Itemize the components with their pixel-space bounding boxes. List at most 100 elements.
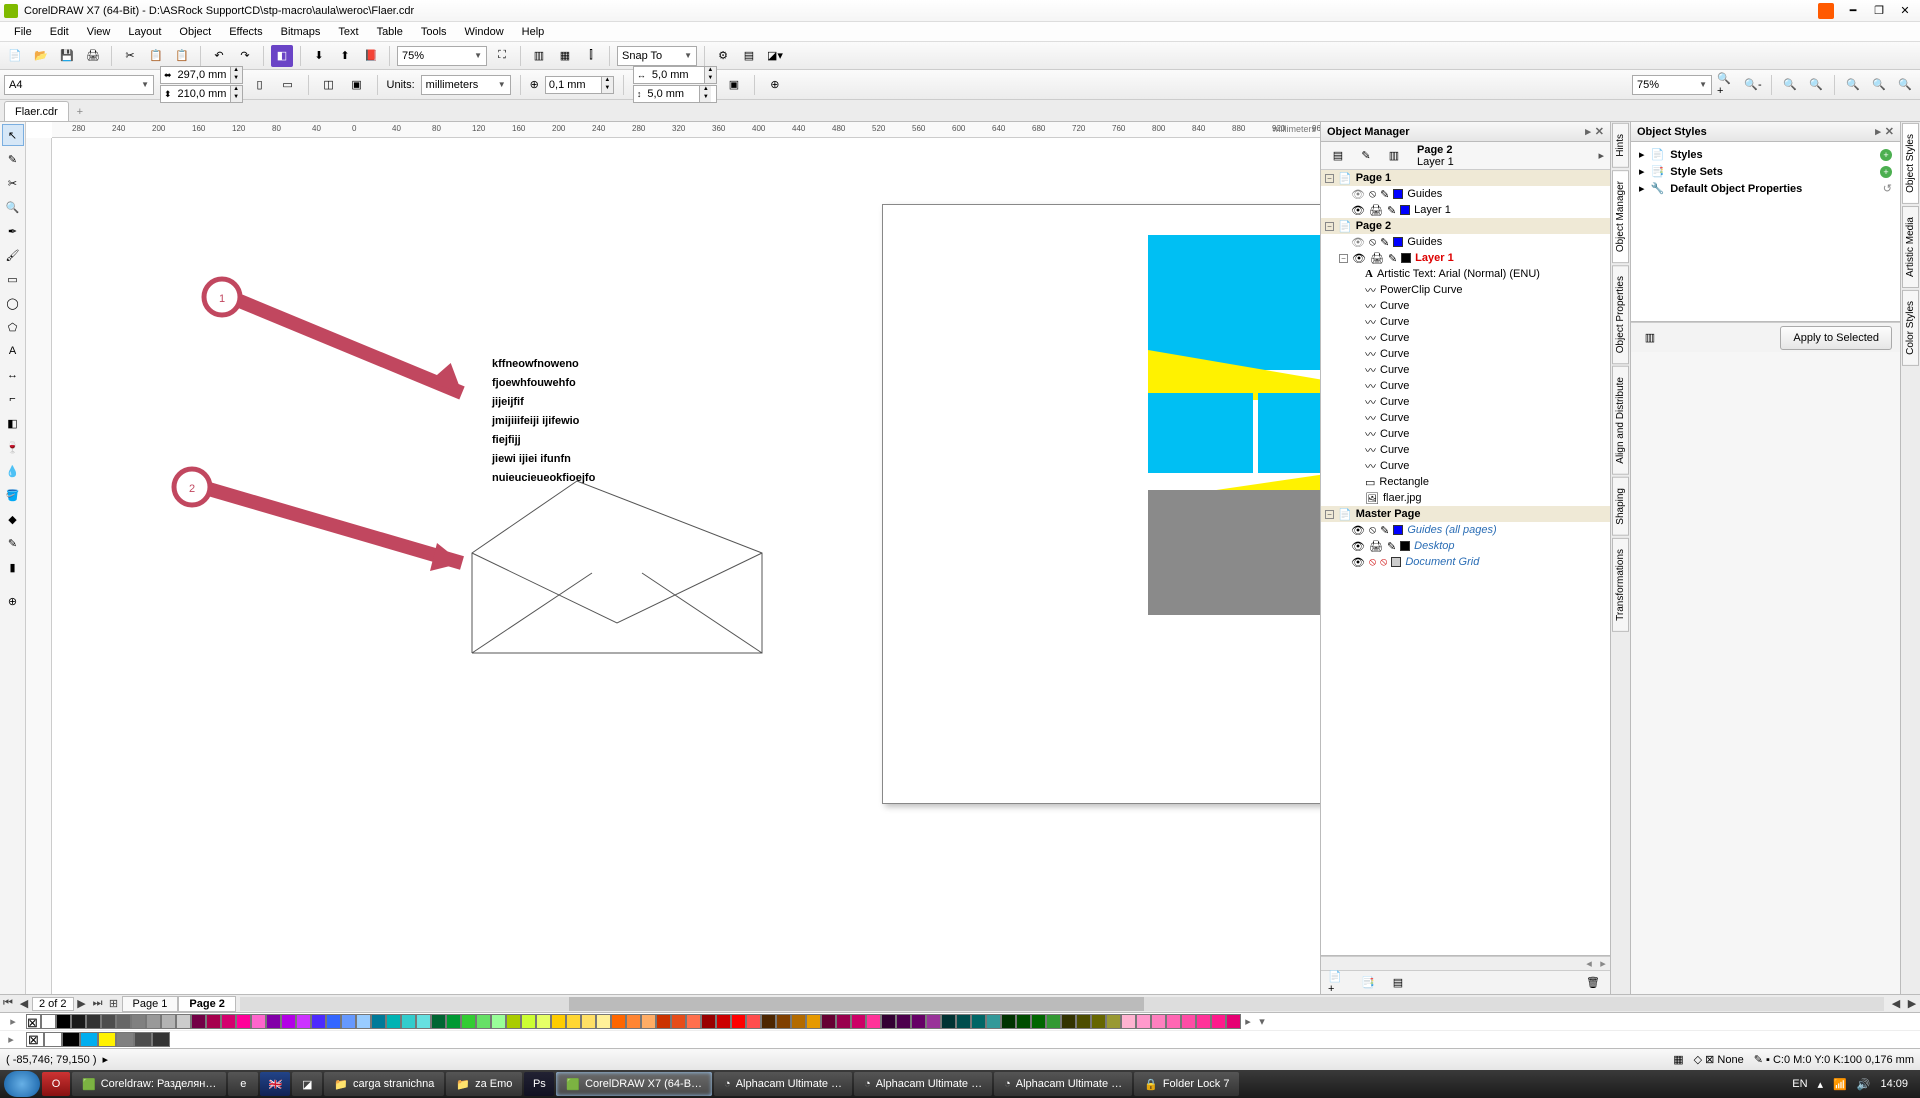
task-folderlock[interactable]: 🔒 Folder Lock 7	[1134, 1072, 1239, 1096]
color-swatch[interactable]	[131, 1014, 146, 1029]
color-swatch[interactable]	[1136, 1014, 1151, 1029]
color-swatch[interactable]	[221, 1014, 236, 1029]
color-swatch[interactable]	[896, 1014, 911, 1029]
hscroll-right[interactable]: ▶	[1904, 997, 1920, 1010]
transparency-tool[interactable]: 🍷	[2, 436, 24, 458]
color-swatch[interactable]	[152, 1032, 170, 1047]
color-swatch[interactable]	[1061, 1014, 1076, 1029]
fill-tool[interactable]: ▮	[2, 556, 24, 578]
tree-curve[interactable]: 〰Curve	[1321, 330, 1610, 346]
tree-curve[interactable]: 〰Curve	[1321, 362, 1610, 378]
tree-p1-guides[interactable]: 👁⦸✎Guides	[1321, 186, 1610, 202]
paper-size-combo[interactable]: A4▼	[4, 75, 154, 95]
redo-button[interactable]: ↷	[234, 45, 256, 67]
task-coreldraw[interactable]: 🟩 CorelDRAW X7 (64-B…	[556, 1072, 712, 1096]
color-swatch[interactable]	[176, 1014, 191, 1029]
dropshadow-tool[interactable]: ◧	[2, 412, 24, 434]
styles-close-icon[interactable]: ✕	[1885, 125, 1894, 138]
defaults-row[interactable]: ▸🔧Default Object Properties↺	[1635, 180, 1896, 197]
menu-table[interactable]: Table	[369, 24, 411, 40]
menu-help[interactable]: Help	[514, 24, 553, 40]
om-flyout-icon[interactable]: ▸	[1598, 149, 1604, 162]
system-tray[interactable]: EN ▴ 📶 🔊 14:09	[1784, 1078, 1916, 1091]
ellipse-tool[interactable]: ◯	[2, 292, 24, 314]
menu-layout[interactable]: Layout	[120, 24, 169, 40]
color-swatch[interactable]	[956, 1014, 971, 1029]
tray-network-icon[interactable]: 📶	[1833, 1078, 1847, 1091]
color-swatch[interactable]	[1181, 1014, 1196, 1029]
color-swatch[interactable]	[1211, 1014, 1226, 1029]
shape-tool[interactable]: ✎	[2, 148, 24, 170]
color-swatch[interactable]	[71, 1014, 86, 1029]
menu-view[interactable]: View	[79, 24, 119, 40]
color-swatch[interactable]	[536, 1014, 551, 1029]
rulers-button[interactable]: ▥	[528, 45, 550, 67]
color-swatch[interactable]	[62, 1032, 80, 1047]
color-swatch[interactable]	[881, 1014, 896, 1029]
page-prev-button[interactable]: ◀	[16, 997, 32, 1010]
tree-document-grid[interactable]: 👁⦸⦸Document Grid	[1321, 554, 1610, 570]
vtab-hints[interactable]: Hints	[1612, 123, 1629, 168]
task-zaemo[interactable]: 📁 za Emo	[446, 1072, 522, 1096]
task-alphacam3[interactable]: ◔ Alphacam Ultimate …	[994, 1072, 1132, 1096]
export-button[interactable]: ⬆	[334, 45, 356, 67]
color-swatch[interactable]	[731, 1014, 746, 1029]
open-button[interactable]: 📂	[30, 45, 52, 67]
tree-p2-guides[interactable]: 👁⦸✎Guides	[1321, 234, 1610, 250]
color-swatch[interactable]	[371, 1014, 386, 1029]
apply-to-selected-button[interactable]: Apply to Selected	[1780, 326, 1892, 350]
quick-customize[interactable]: ⊕	[2, 590, 24, 612]
color-swatch[interactable]	[491, 1014, 506, 1029]
color-swatch[interactable]	[446, 1014, 461, 1029]
menu-bitmaps[interactable]: Bitmaps	[273, 24, 329, 40]
zoom2-combo[interactable]: 75%▼	[1632, 75, 1712, 95]
menu-text[interactable]: Text	[330, 24, 366, 40]
rectangle-tool[interactable]: ▭	[2, 268, 24, 290]
task-ps[interactable]: Ps	[524, 1072, 554, 1096]
om-layer-manager-button[interactable]: ▥	[1383, 145, 1405, 167]
color-swatch[interactable]	[161, 1014, 176, 1029]
zoom-tool[interactable]: 🔍	[2, 196, 24, 218]
paste-button[interactable]: 📋	[171, 45, 193, 67]
color-swatch[interactable]	[701, 1014, 716, 1029]
color-swatch[interactable]	[656, 1014, 671, 1029]
color-swatch[interactable]	[341, 1014, 356, 1029]
palette-next-icon[interactable]: ▸	[1241, 1015, 1255, 1028]
add-document-tab[interactable]: +	[71, 103, 89, 121]
outline-indicator[interactable]: ✎ ▪ C:0 M:0 Y:0 K:100 0,176 mm	[1754, 1053, 1914, 1066]
docker-close-icon[interactable]: ✕	[1595, 125, 1604, 138]
task-opera[interactable]: O	[42, 1072, 70, 1096]
color-swatch[interactable]	[1121, 1014, 1136, 1029]
color-swatch[interactable]	[80, 1032, 98, 1047]
fill-indicator[interactable]: ◇ ⊠ None	[1694, 1053, 1744, 1066]
task-carga[interactable]: 📁 carga stranichna	[324, 1072, 444, 1096]
crop-tool[interactable]: ✂	[2, 172, 24, 194]
color-swatch[interactable]	[326, 1014, 341, 1029]
grid-button[interactable]: ▦	[554, 45, 576, 67]
color-swatch[interactable]	[281, 1014, 296, 1029]
tree-curve[interactable]: 〰Curve	[1321, 426, 1610, 442]
tree-curve[interactable]: 〰Curve	[1321, 378, 1610, 394]
add-page-button-bottom[interactable]: ⊞	[106, 997, 122, 1010]
color-swatch[interactable]	[296, 1014, 311, 1029]
color-swatch[interactable]	[581, 1014, 596, 1029]
color-swatch[interactable]	[44, 1032, 62, 1047]
tree-rectangle[interactable]: ▭Rectangle	[1321, 474, 1610, 490]
color-swatch[interactable]	[461, 1014, 476, 1029]
document-tab[interactable]: Flaer.cdr	[4, 101, 69, 121]
treat-as-filled-button[interactable]: ▣	[723, 74, 745, 96]
styles-menu-icon[interactable]: ▸	[1875, 125, 1881, 138]
task-flag[interactable]: 🇬🇧	[260, 1072, 290, 1096]
tree-curve[interactable]: 〰Curve	[1321, 298, 1610, 314]
object-manager-title[interactable]: Object Manager ▸✕	[1321, 122, 1610, 142]
task-app[interactable]: ◪	[292, 1072, 322, 1096]
tree-curve[interactable]: 〰Curve	[1321, 394, 1610, 410]
zoom-width-button[interactable]: 🔍	[1868, 74, 1890, 96]
new-layer-button[interactable]: 📄+	[1327, 972, 1349, 994]
interactive-fill-tool[interactable]: 🪣	[2, 484, 24, 506]
page-tab-2[interactable]: Page 2	[178, 996, 235, 1012]
color-swatch[interactable]	[851, 1014, 866, 1029]
object-details-icon[interactable]: ▸	[103, 1053, 109, 1066]
tree-powerclip[interactable]: 〰PowerClip Curve	[1321, 282, 1610, 298]
import-styles-button[interactable]: ▥	[1639, 327, 1661, 349]
